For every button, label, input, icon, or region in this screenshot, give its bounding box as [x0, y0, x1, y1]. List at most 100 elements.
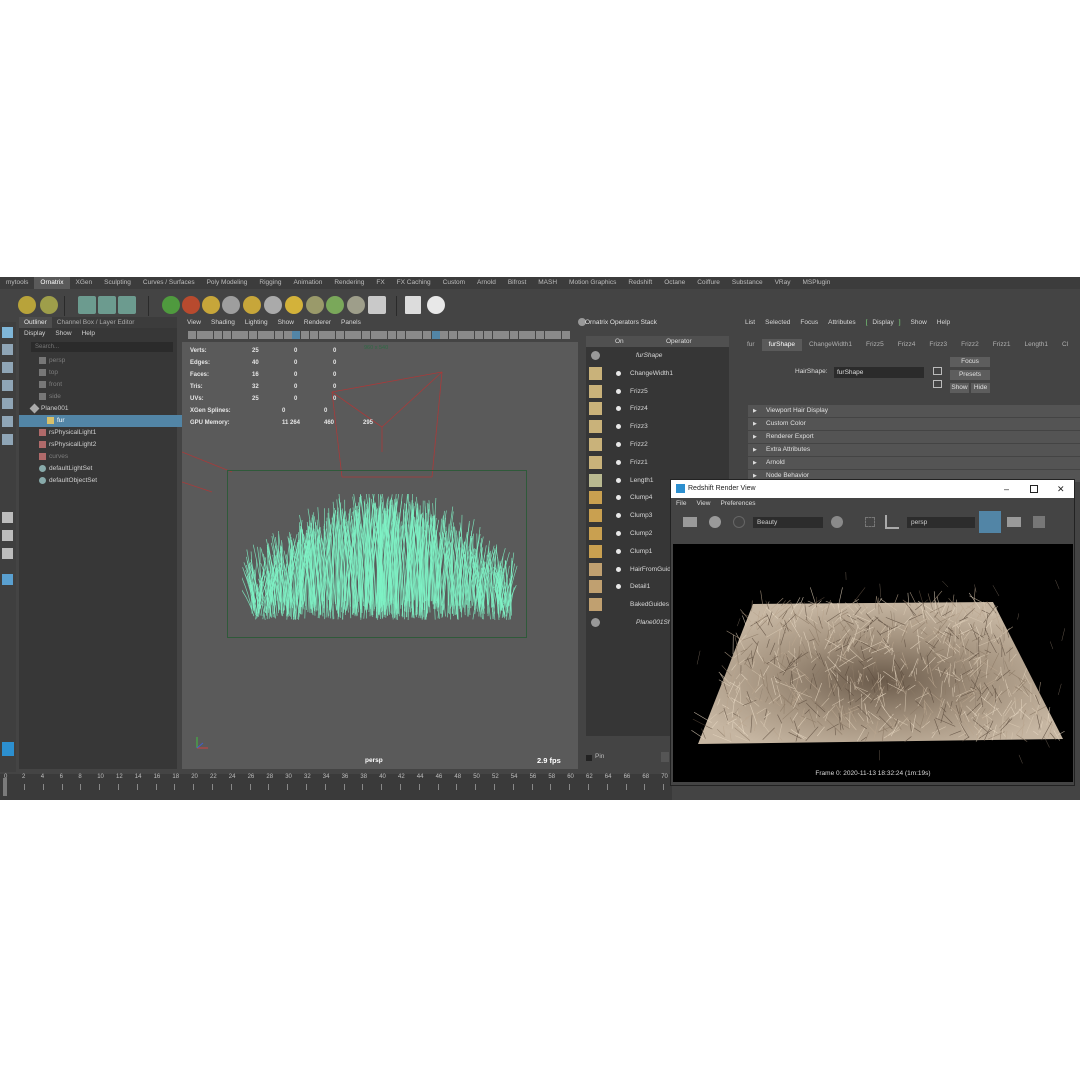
viewport-toolbar-button[interactable]	[344, 331, 353, 339]
hair-strands-icon[interactable]	[98, 296, 116, 314]
shelf-tab-sculpting[interactable]: Sculpting	[98, 277, 137, 289]
attr-tab-frizz3[interactable]: Frizz3	[922, 339, 954, 351]
viewport-toolbar-button[interactable]	[353, 331, 362, 339]
grid-icon[interactable]	[1033, 516, 1045, 528]
viewport-toolbar-button[interactable]	[379, 331, 388, 339]
section-extra-attributes[interactable]: Extra Attributes	[748, 444, 1080, 456]
outliner-item-side[interactable]: side	[19, 391, 189, 403]
refresh-icon[interactable]	[733, 516, 745, 528]
viewport-toolbar-button[interactable]	[205, 331, 214, 339]
paint-tool-icon[interactable]	[2, 362, 13, 373]
lasso-tool-icon[interactable]	[2, 344, 13, 355]
viewport-toolbar-button[interactable]	[466, 331, 475, 339]
on-toggle-icon[interactable]	[616, 531, 621, 536]
output-connection-icon[interactable]	[933, 380, 942, 388]
viewport-toolbar-button[interactable]	[492, 331, 501, 339]
shelf-tab-octane[interactable]: Octane	[658, 277, 691, 289]
single-view-icon[interactable]	[2, 512, 13, 523]
outliner-item-curves[interactable]: curves	[19, 451, 189, 463]
outliner-search-input[interactable]: Search...	[31, 342, 173, 352]
hide-button[interactable]: Hide	[971, 383, 990, 393]
shelf-tab-rigging[interactable]: Rigging	[253, 277, 287, 289]
shelf-tab-bifrost[interactable]: Bifrost	[502, 277, 532, 289]
shelf-tab-substance[interactable]: Substance	[726, 277, 769, 289]
viewport-toolbar-button[interactable]	[248, 331, 257, 339]
attr-tab-frizz4[interactable]: Frizz4	[891, 339, 923, 351]
on-toggle-icon[interactable]	[616, 459, 621, 465]
viewport-toolbar-button[interactable]	[414, 331, 423, 339]
viewport-toolbar-button[interactable]	[275, 331, 283, 339]
select-tool-icon[interactable]	[2, 327, 13, 338]
viewport-toolbar-button[interactable]	[405, 331, 414, 339]
shelf-tab-ornatrix[interactable]: Ornatrix	[34, 277, 70, 289]
viewport-toolbar-button[interactable]	[396, 331, 405, 339]
viewport-toolbar-button[interactable]	[240, 331, 249, 339]
shelf-tab-poly-modeling[interactable]: Poly Modeling	[201, 277, 254, 289]
shelf-tab-mash[interactable]: MASH	[532, 277, 563, 289]
document-icon[interactable]	[368, 296, 386, 314]
viewport-toolbar-button[interactable]	[214, 331, 223, 339]
operator-icon-5[interactable]	[243, 296, 261, 314]
viewport-toolbar-button[interactable]	[562, 331, 571, 339]
viewport-toolbar-button[interactable]	[553, 331, 562, 339]
menu-show[interactable]: Show	[50, 328, 76, 339]
four-view-icon[interactable]	[2, 530, 13, 541]
viewport-toolbar-button[interactable]	[309, 331, 318, 339]
viewport-toolbar-button[interactable]	[483, 331, 492, 339]
on-toggle-icon[interactable]	[616, 584, 621, 590]
operator-icon-3[interactable]	[202, 296, 220, 314]
time-slider[interactable]: 0 2 4 6 8 10 12 14 16 18 20 22 24 26 28 30 32 34 36 38 40 42…	[0, 774, 672, 800]
viewport-toolbar-button[interactable]	[335, 331, 344, 339]
operator-icon-8[interactable]	[306, 296, 324, 314]
shelf-tab-xgen[interactable]: XGen	[70, 277, 99, 289]
crop-icon[interactable]	[885, 515, 899, 529]
attr-tab-furshape[interactable]: furShape	[761, 339, 802, 351]
viewport-toolbar-button[interactable]	[431, 331, 440, 339]
info-icon[interactable]	[427, 296, 445, 314]
menu-renderer[interactable]: Renderer	[299, 317, 336, 329]
hair-from-guides-icon[interactable]	[78, 296, 96, 314]
focus-button[interactable]: Focus	[950, 357, 990, 367]
shelf-tab-motion-graphics[interactable]: Motion Graphics	[563, 277, 622, 289]
on-toggle-icon[interactable]	[616, 442, 621, 447]
viewport-toolbar-button[interactable]	[544, 331, 553, 339]
current-time-marker[interactable]	[3, 778, 7, 796]
viewport-panel[interactable]: View Shading Lighting Show Renderer Pane…	[182, 317, 578, 769]
close-icon[interactable]: ✕	[1057, 480, 1065, 498]
viewport-toolbar-button[interactable]	[509, 331, 518, 339]
outliner-layout-icon[interactable]	[2, 574, 13, 585]
presets-button[interactable]: Presets	[950, 370, 990, 380]
on-toggle-icon[interactable]	[616, 388, 621, 394]
shelf-tab-fx[interactable]: FX	[370, 277, 390, 289]
menu-show[interactable]: Show	[273, 317, 299, 329]
viewport-toolbar-button[interactable]	[301, 331, 310, 339]
menu-panels[interactable]: Panels	[336, 317, 366, 329]
menu-list[interactable]: List	[740, 317, 760, 329]
viewport-toolbar-button[interactable]	[327, 331, 336, 339]
section-renderer-export[interactable]: Renderer Export	[748, 431, 1080, 443]
viewport-toolbar-button[interactable]	[370, 331, 379, 339]
on-toggle-icon[interactable]	[616, 548, 621, 554]
viewport-toolbar-button[interactable]	[518, 331, 527, 339]
viewport-toolbar-button[interactable]	[231, 331, 240, 339]
viewport-toolbar-button[interactable]	[449, 331, 457, 339]
menu-file[interactable]: File	[671, 498, 691, 510]
color-channel-icon[interactable]	[831, 516, 843, 528]
menu-display[interactable]: Display	[19, 328, 50, 339]
attr-tab-length1[interactable]: Length1	[1018, 339, 1056, 351]
menu-help[interactable]: Help	[77, 328, 100, 339]
viewport-toolbar-button[interactable]	[196, 331, 205, 339]
operator-row-furshape[interactable]: furShape	[586, 347, 729, 365]
outliner-item-plane001[interactable]: Plane001	[19, 403, 181, 415]
on-toggle-icon[interactable]	[616, 513, 621, 519]
menu-show[interactable]: Show	[906, 317, 932, 329]
operator-icon-10[interactable]	[347, 296, 365, 314]
tab-channel-box[interactable]: Channel Box / Layer Editor	[52, 317, 140, 328]
camera-dropdown[interactable]: persp	[907, 517, 975, 528]
viewport-toolbar-button[interactable]	[188, 331, 196, 339]
on-toggle-icon[interactable]	[616, 566, 621, 572]
pin-button[interactable]	[661, 752, 669, 762]
section-arnold[interactable]: Arnold	[748, 457, 1080, 469]
shelf-tab-rendering[interactable]: Rendering	[328, 277, 370, 289]
operator-row-frizz5[interactable]: Frizz5	[586, 383, 729, 401]
